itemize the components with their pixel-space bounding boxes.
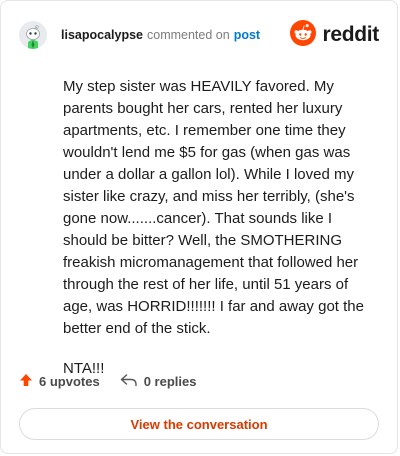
upvotes-stat[interactable]: 6 upvotes <box>19 373 100 390</box>
comment-meta: lisapocalypse commented on post <box>61 28 260 42</box>
view-conversation-button[interactable]: View the conversation <box>19 408 379 440</box>
comment-body: My step sister was HEAVILY favored. My p… <box>63 76 377 398</box>
reddit-wordmark: reddit <box>322 23 379 46</box>
comment-stats: 6 upvotes 0 replies <box>19 373 196 390</box>
comment-embed-card: lisapocalypse commented on post reddit M… <box>0 0 398 454</box>
post-link[interactable]: post <box>234 28 260 42</box>
comment-header: lisapocalypse commented on post reddit <box>19 19 379 51</box>
upvotes-count: 6 upvotes <box>39 374 100 389</box>
comment-paragraph: My step sister was HEAVILY favored. My p… <box>63 78 364 337</box>
username-link[interactable]: lisapocalypse <box>61 28 143 42</box>
reply-arrow-icon <box>120 373 138 390</box>
upvote-arrow-icon <box>19 373 33 390</box>
replies-count: 0 replies <box>143 374 197 389</box>
reddit-brand[interactable]: reddit <box>290 19 379 51</box>
action-text: commented on <box>147 28 230 42</box>
snoo-avatar-icon[interactable] <box>19 21 47 49</box>
reddit-alien-icon <box>290 19 317 51</box>
replies-stat[interactable]: 0 replies <box>120 373 197 390</box>
